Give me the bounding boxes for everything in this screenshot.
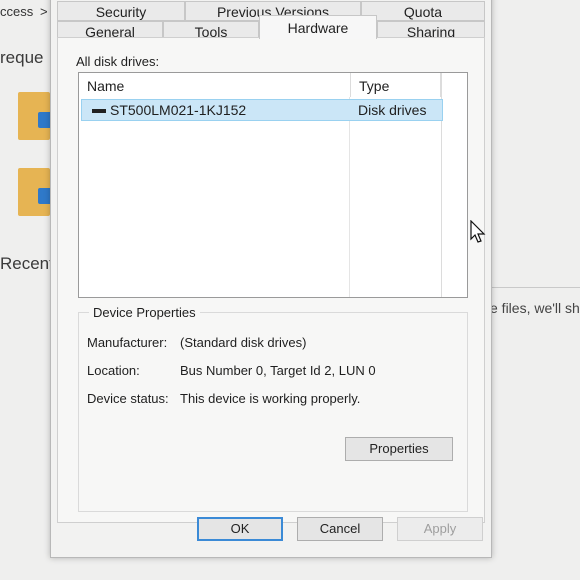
recent-files-heading: Recent: [0, 254, 54, 273]
device-properties-group: Device Properties Manufacturer: (Standar…: [78, 305, 468, 512]
tab-security[interactable]: Security: [57, 1, 185, 21]
properties-button[interactable]: Properties: [345, 437, 453, 461]
music-folder-icon[interactable]: [18, 168, 54, 216]
ok-button[interactable]: OK: [197, 517, 283, 541]
device-properties-title: Device Properties: [89, 305, 200, 320]
hard-drive-icon: [92, 109, 106, 114]
cancel-button[interactable]: Cancel: [297, 517, 383, 541]
mouse-pointer-icon: [470, 220, 486, 243]
location-value: Bus Number 0, Target Id 2, LUN 0: [180, 363, 376, 378]
breadcrumb[interactable]: ccess: [0, 4, 33, 19]
background-info-text: e files, we'll sh: [490, 300, 580, 316]
drive-name: ST500LM021-1KJ152: [110, 102, 247, 118]
hardware-panel: All disk drives: Name Type ST500LM021-1K…: [57, 37, 485, 523]
properties-dialog: Security Previous Versions Quota General…: [50, 0, 492, 558]
tab-hardware[interactable]: Hardware: [259, 15, 377, 39]
column-header-name[interactable]: Name: [79, 73, 351, 97]
table-row[interactable]: ST500LM021-1KJ152 Disk drives: [81, 99, 443, 121]
manufacturer-value: (Standard disk drives): [180, 335, 307, 350]
disk-drives-list[interactable]: Name Type ST500LM021-1KJ152 Disk drives: [78, 72, 468, 298]
device-status-label: Device status:: [87, 391, 169, 406]
row-name-cell: ST500LM021-1KJ152: [92, 100, 246, 120]
column-divider: [349, 97, 350, 297]
tab-quota[interactable]: Quota: [361, 1, 485, 21]
column-header-type[interactable]: Type: [351, 73, 441, 97]
location-label: Location:: [87, 363, 140, 378]
folder-icon[interactable]: [18, 92, 54, 140]
chevron-right-icon[interactable]: >: [40, 4, 48, 19]
all-disk-drives-label: All disk drives:: [76, 54, 160, 69]
drive-type: Disk drives: [358, 102, 427, 118]
manufacturer-label: Manufacturer:: [87, 335, 168, 350]
apply-button[interactable]: Apply: [397, 517, 483, 541]
frequent-folders-heading: reque: [0, 48, 44, 67]
divider: [490, 287, 580, 288]
device-status-value: This device is working properly.: [180, 391, 361, 406]
